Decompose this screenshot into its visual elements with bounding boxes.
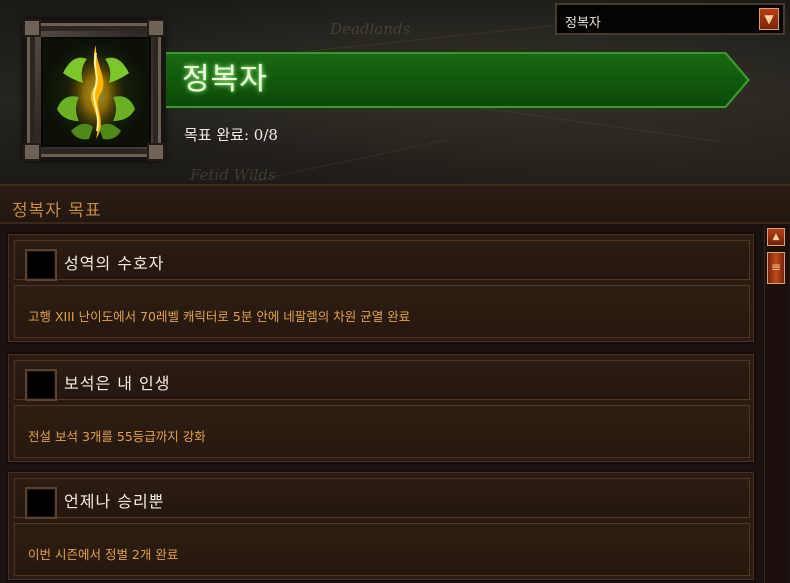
frame-corner xyxy=(23,19,41,37)
map-border-line xyxy=(252,139,448,182)
frame-corner xyxy=(23,143,41,161)
category-dropdown[interactable]: 정복자 ▼ xyxy=(555,3,785,35)
map-label-deadlands: Deadlands xyxy=(330,20,411,38)
objective-name: 언제나 승리뿐 xyxy=(64,492,165,511)
objective-name: 성역의 수호자 xyxy=(64,254,165,273)
objective-card: 성역의 수호자 고행 XIII 난이도에서 70레벨 캐릭터로 5분 안에 네팔… xyxy=(6,232,756,344)
arrow-up-icon[interactable]: ▲ xyxy=(767,228,785,246)
objectives-progress: 목표 완료: 0/8 xyxy=(184,126,278,144)
conqueror-emblem-icon xyxy=(41,37,151,147)
achievement-title: 정복자 xyxy=(182,62,268,97)
frame-corner xyxy=(147,19,165,37)
objective-card: 보석은 내 인생 전설 보석 3개를 55등급까지 강화 xyxy=(6,352,756,464)
objective-checkbox xyxy=(25,487,57,519)
grip-icon[interactable]: ≡ xyxy=(767,252,785,284)
conqueror-emblem-graphic xyxy=(57,45,135,140)
section-title: 정복자 목표 xyxy=(12,201,102,221)
objective-description: 이번 시즌에서 정벌 2개 완료 xyxy=(28,547,179,562)
section-header xyxy=(0,186,790,224)
achievement-icon-frame xyxy=(23,19,165,161)
frame-corner xyxy=(147,143,165,161)
objective-checkbox xyxy=(25,249,57,281)
objective-card: 언제나 승리뿐 이번 시즌에서 정벌 2개 완료 xyxy=(6,470,756,582)
chevron-down-icon[interactable]: ▼ xyxy=(759,8,779,30)
dropdown-selected-value: 정복자 xyxy=(565,16,601,31)
list-scrollbar[interactable]: ▲ ≡ xyxy=(764,226,789,583)
objective-name: 보석은 내 인생 xyxy=(64,374,171,393)
map-label-fetid-wilds: Fetid Wilds xyxy=(190,166,276,184)
objective-description: 고행 XIII 난이도에서 70레벨 캐릭터로 5분 안에 네팔렘의 차원 균열… xyxy=(28,309,411,324)
objective-description: 전설 보석 3개를 55등급까지 강화 xyxy=(28,429,206,444)
objectives-list: 성역의 수호자 고행 XIII 난이도에서 70레벨 캐릭터로 5분 안에 네팔… xyxy=(0,226,762,583)
objective-checkbox xyxy=(25,369,57,401)
achievement-header: Deadlands Fetid Wilds 정복자 목표 완료: 0/8 정복자… xyxy=(0,0,790,186)
